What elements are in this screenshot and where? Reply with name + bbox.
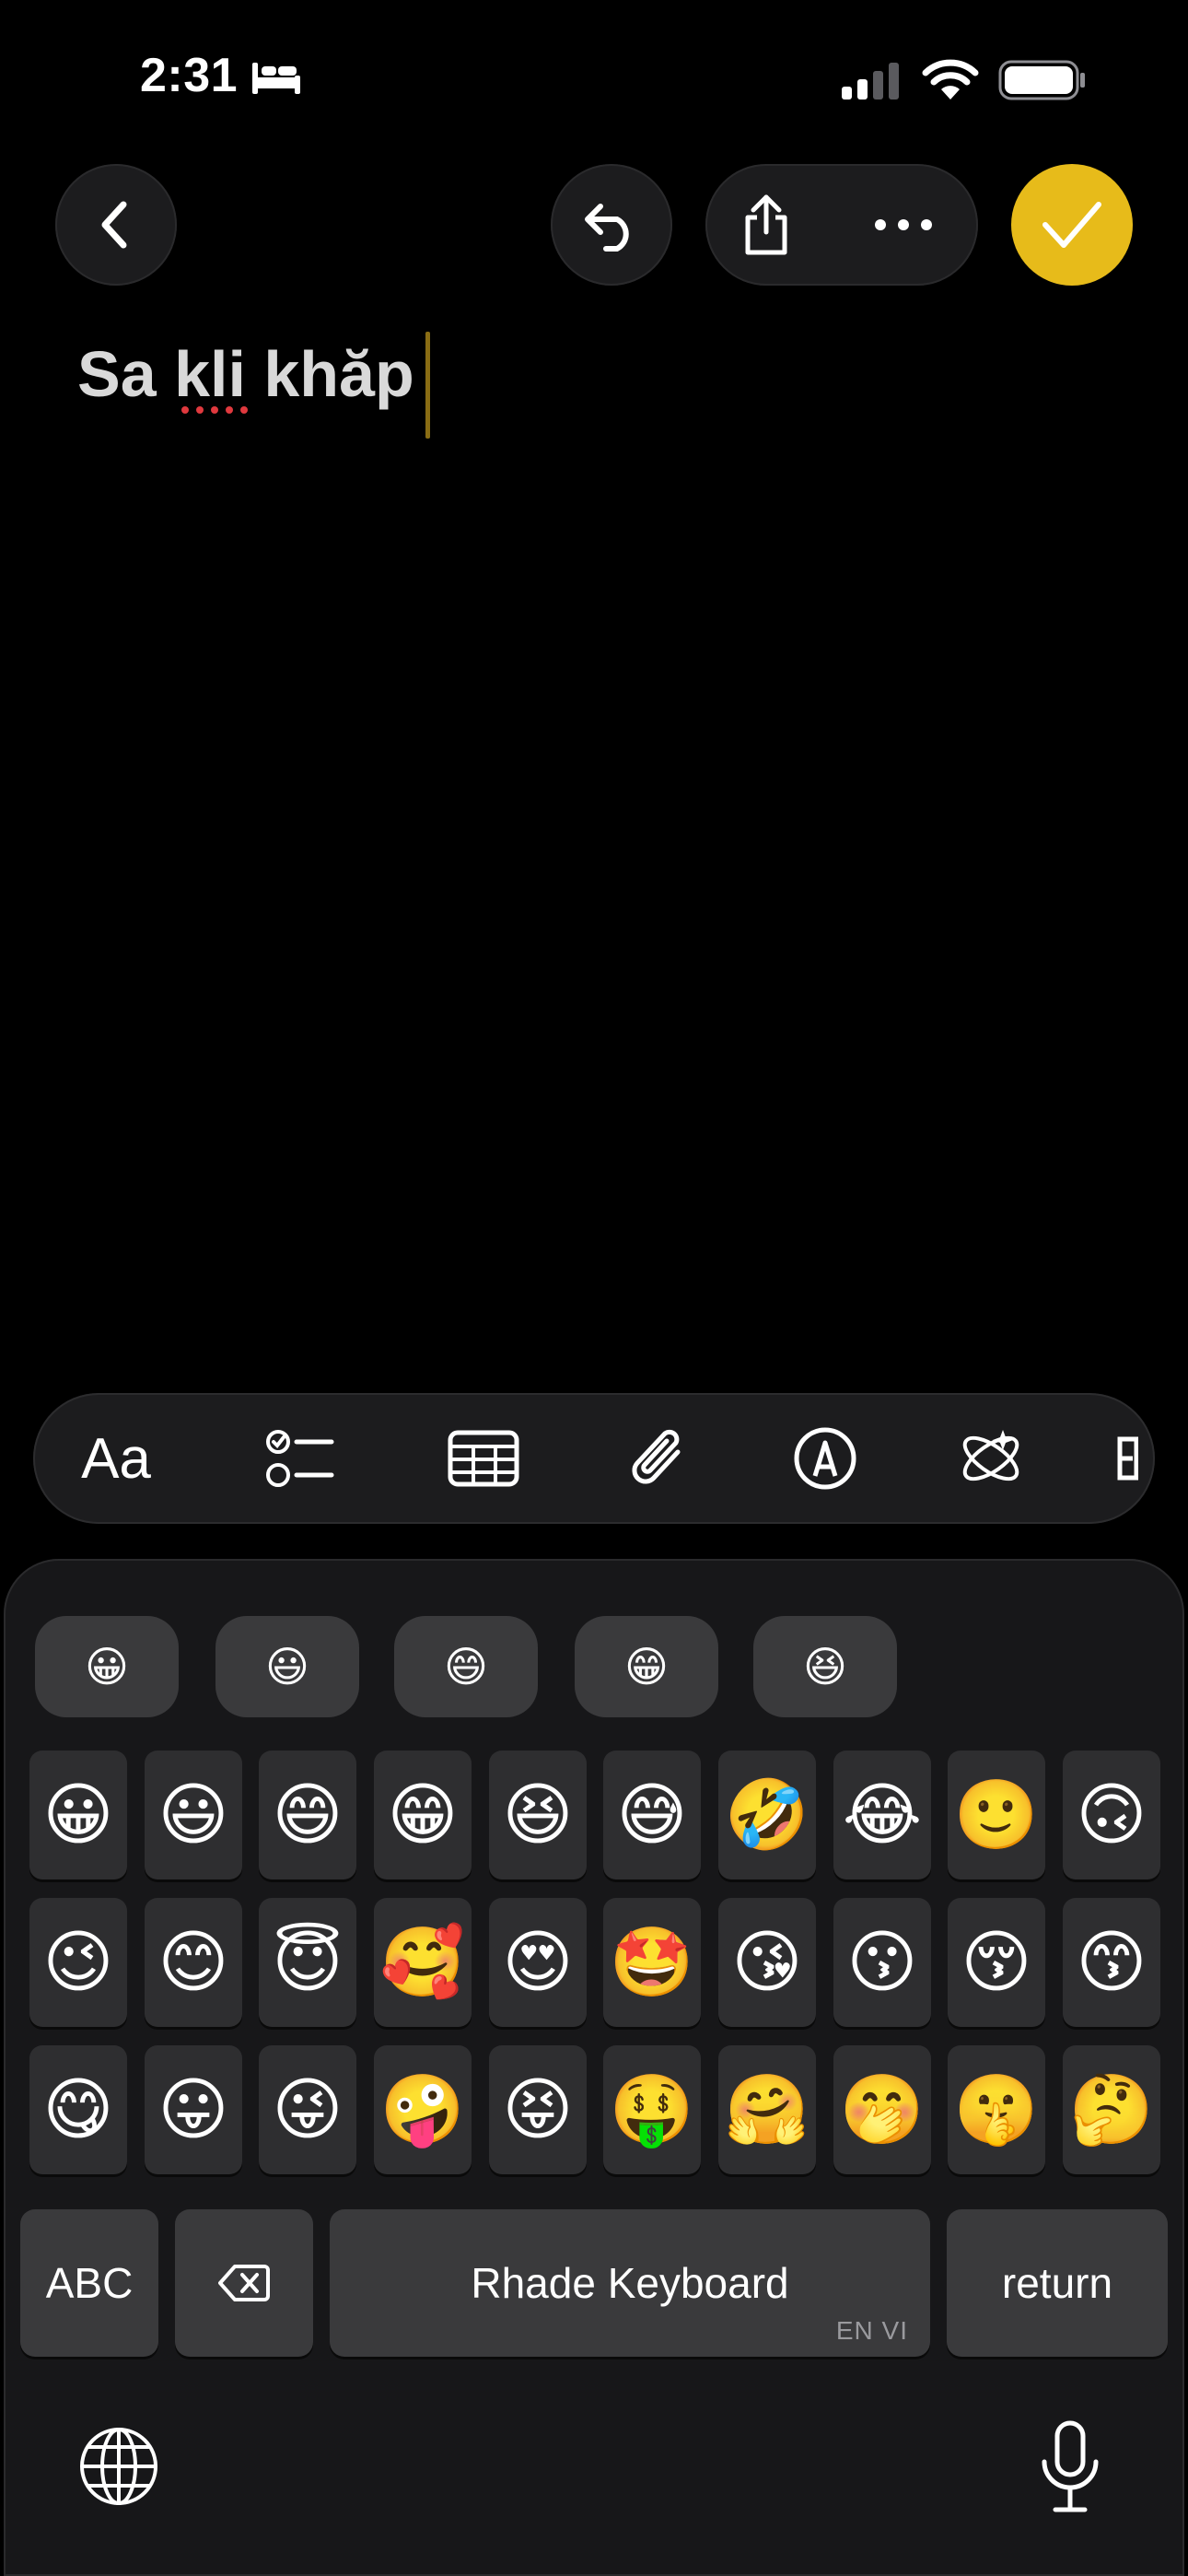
emoji-key[interactable]: 🤑 [603, 2045, 701, 2174]
abc-key[interactable]: ABC [20, 2209, 158, 2357]
emoji-key[interactable]: 🤭 [833, 2045, 931, 2174]
emoji-key[interactable]: 😜 [259, 2045, 356, 2174]
wifi-icon [922, 59, 979, 100]
done-button[interactable] [1011, 164, 1133, 286]
emoji-key[interactable]: 😊 [145, 1898, 242, 2027]
writing-tools-icon [962, 1430, 1019, 1481]
undo-icon [585, 204, 629, 252]
emoji-key[interactable]: 🙃 [1063, 1751, 1160, 1879]
cellular-signal-icon [842, 63, 899, 100]
return-key-label: return [1001, 2259, 1113, 2307]
recent-emoji-button[interactable]: 😁 [575, 1616, 718, 1717]
emoji-key[interactable]: 😅 [603, 1751, 701, 1879]
text-cursor [425, 332, 430, 439]
recent-emoji-button[interactable]: 😄 [394, 1616, 538, 1717]
backspace-icon [218, 2265, 270, 2301]
emoji-key[interactable]: 😃 [145, 1751, 242, 1879]
emoji-key[interactable]: 😂 [833, 1751, 931, 1879]
checkmark-icon [1042, 202, 1101, 248]
emoji-key[interactable]: 😁 [374, 1751, 472, 1879]
emoji-key[interactable]: 😍 [489, 1898, 587, 2027]
return-key[interactable]: return [947, 2209, 1168, 2357]
markup-icon [794, 1427, 856, 1490]
status-time: 2:31 [140, 49, 239, 102]
emoji-key[interactable]: 😚 [948, 1898, 1045, 2027]
undo-button[interactable] [551, 164, 672, 286]
emoji-key[interactable]: 🤫 [948, 2045, 1045, 2174]
emoji-key[interactable]: 😉 [29, 1898, 127, 2027]
attachment-button[interactable] [611, 1393, 704, 1524]
emoji-key[interactable]: 😙 [1063, 1898, 1160, 2027]
emoji-key[interactable]: 🤗 [718, 2045, 816, 2174]
sleep-focus-icon [252, 63, 300, 94]
language-hint: EN VI [835, 2316, 908, 2345]
abc-key-label: ABC [45, 2259, 134, 2307]
space-key[interactable]: Rhade Keyboard EN VI [330, 2209, 930, 2357]
delete-key[interactable] [175, 2209, 313, 2357]
emoji-key[interactable]: 😆 [489, 1751, 587, 1879]
emoji-key[interactable]: 🤩 [603, 1898, 701, 2027]
emoji-key[interactable]: 😝 [489, 2045, 587, 2174]
emoji-key[interactable]: 😀 [29, 1751, 127, 1879]
space-key-label: Rhade Keyboard [471, 2259, 789, 2307]
checklist-icon [266, 1430, 334, 1487]
emoji-key[interactable]: 🙂 [948, 1751, 1045, 1879]
more-tools-button[interactable] [1116, 1393, 1155, 1524]
emoji-key[interactable]: 😄 [259, 1751, 356, 1879]
battery-icon [998, 60, 1085, 100]
checklist-button[interactable] [254, 1393, 346, 1524]
emoji-key[interactable]: 😋 [29, 2045, 127, 2174]
ellipsis-icon [875, 219, 932, 230]
chevron-left-icon [101, 201, 127, 249]
back-button[interactable] [55, 164, 177, 286]
emoji-key[interactable]: 🥰 [374, 1898, 472, 2027]
microphone-icon[interactable] [1037, 2419, 1103, 2515]
attachment-icon [632, 1429, 681, 1484]
markup-button[interactable] [779, 1393, 871, 1524]
format-toolbar: Aa [33, 1393, 1155, 1524]
emoji-key[interactable]: 😘 [718, 1898, 816, 2027]
emoji-key[interactable]: 🤪 [374, 2045, 472, 2174]
emoji-key[interactable]: 🤣 [718, 1751, 816, 1879]
format-button[interactable]: Aa [70, 1393, 162, 1524]
table-icon [448, 1430, 519, 1487]
globe-icon[interactable] [77, 2425, 160, 2508]
format-label: Aa [81, 1426, 151, 1491]
recent-emoji-button[interactable]: 😆 [753, 1616, 897, 1717]
table-button[interactable] [433, 1393, 534, 1524]
recent-emoji-button[interactable]: 😃 [215, 1616, 359, 1717]
spelling-error-underline [181, 406, 248, 414]
recent-emoji-button[interactable]: 😀 [35, 1616, 179, 1717]
note-body-text[interactable]: Sa kli khăp [77, 337, 414, 411]
emoji-key[interactable]: 😛 [145, 2045, 242, 2174]
emoji-key[interactable]: 🤔 [1063, 2045, 1160, 2174]
emoji-key[interactable]: 😗 [833, 1898, 931, 2027]
more-button[interactable] [862, 192, 945, 258]
partial-tool-icon [1117, 1436, 1138, 1481]
emoji-key[interactable]: 😇 [259, 1898, 356, 2027]
share-icon [745, 194, 787, 255]
writing-tools-button[interactable] [945, 1393, 1037, 1524]
share-more-pill [705, 164, 978, 286]
share-button[interactable] [733, 192, 799, 258]
